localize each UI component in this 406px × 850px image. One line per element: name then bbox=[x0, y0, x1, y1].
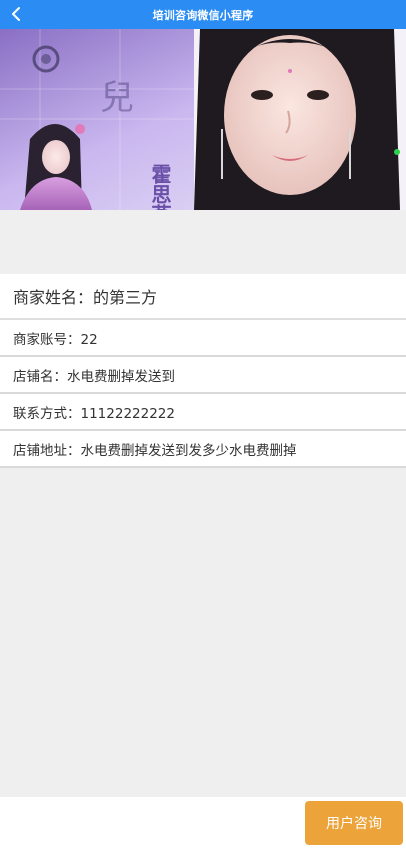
contact-info: 联系方式：11122222222 bbox=[13, 405, 175, 422]
chevron-left-icon bbox=[12, 7, 20, 21]
merchant-account-row: 商家账号：22 bbox=[0, 320, 406, 357]
shop-address: 店铺地址：水电费删掉发送到发多少水电费删掉 bbox=[13, 442, 297, 459]
back-button[interactable] bbox=[4, 1, 30, 27]
banner-gap bbox=[0, 210, 406, 274]
user-consult-button[interactable]: 用户咨询 bbox=[305, 801, 403, 845]
merchant-name-row: 商家姓名：的第三方 bbox=[0, 274, 406, 320]
merchant-info: 商家姓名：的第三方 商家账号：22 店铺名：水电费删掉发送到 联系方式：1112… bbox=[0, 274, 406, 468]
shop-name-row: 店铺名：水电费删掉发送到 bbox=[0, 357, 406, 394]
banner-image: 兒 霍思燕 bbox=[0, 29, 406, 210]
top-nav-bar: 培训咨询微信小程序 bbox=[0, 0, 406, 29]
bottom-bar: 用户咨询 bbox=[0, 797, 406, 850]
page-title: 培训咨询微信小程序 bbox=[152, 8, 254, 22]
merchant-account: 商家账号：22 bbox=[13, 331, 98, 348]
address-row: 店铺地址：水电费删掉发送到发多少水电费删掉 bbox=[0, 431, 406, 468]
contact-row: 联系方式：11122222222 bbox=[0, 394, 406, 431]
svg-text:霍思燕: 霍思燕 bbox=[148, 164, 172, 210]
svg-text:兒: 兒 bbox=[100, 78, 134, 118]
shop-name: 店铺名：水电费删掉发送到 bbox=[13, 368, 175, 385]
merchant-name: 商家姓名：的第三方 bbox=[13, 288, 158, 307]
